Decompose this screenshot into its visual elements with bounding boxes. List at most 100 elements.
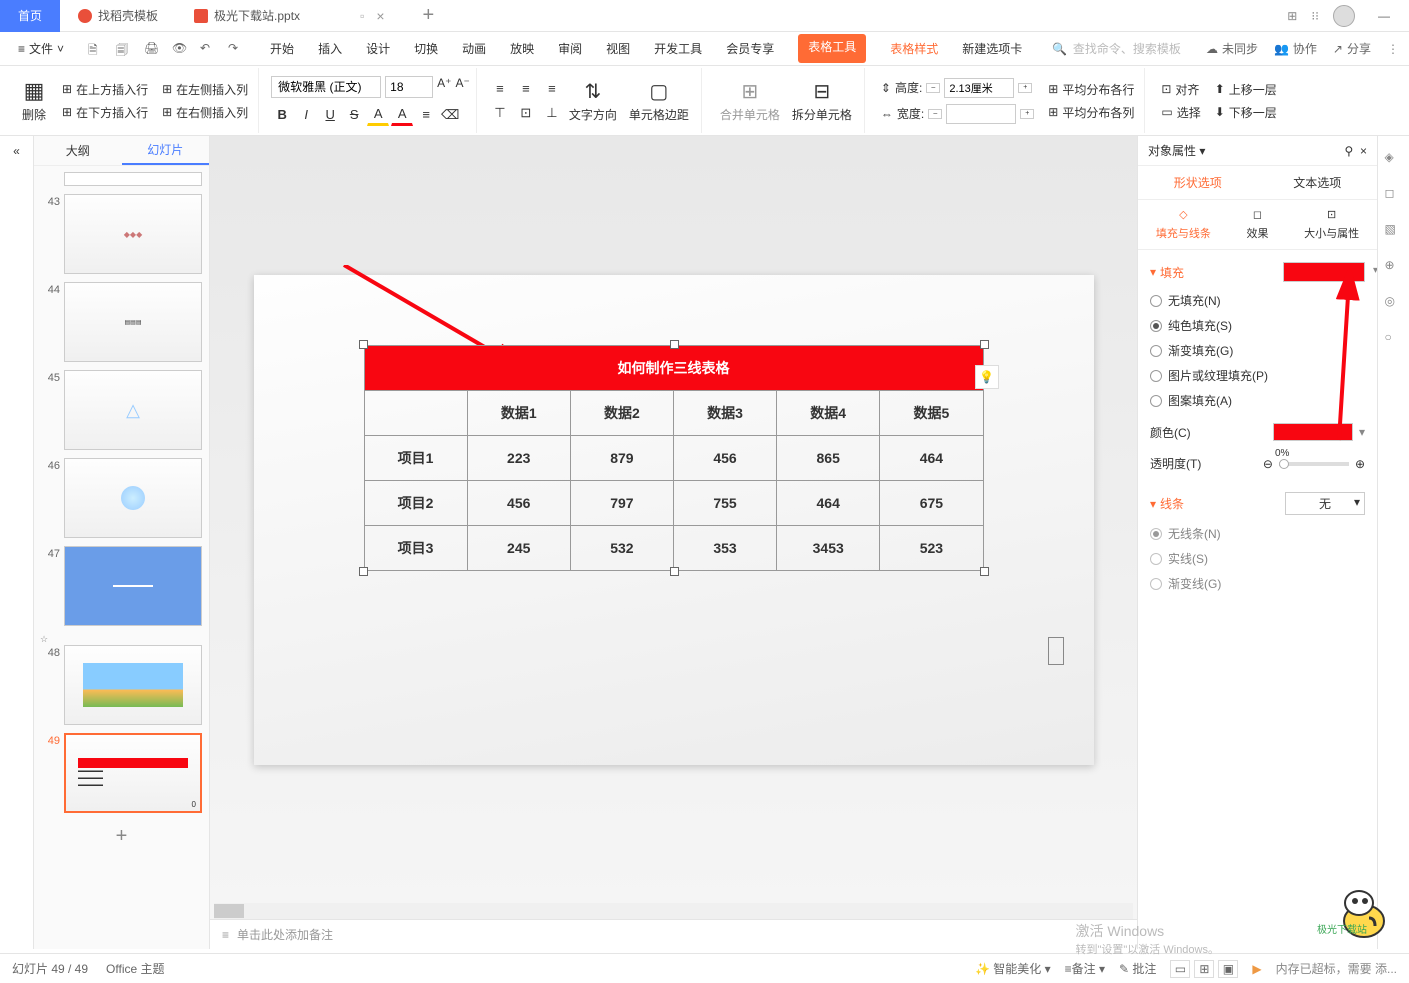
picture-fill-radio[interactable]: 图片或纹理填充(P) <box>1150 367 1365 384</box>
horizontal-scrollbar[interactable] <box>214 903 1133 919</box>
mascot-bee-icon[interactable]: 极光下载站 <box>1309 883 1399 943</box>
layers-icon[interactable]: ▧ <box>1385 222 1403 240</box>
insert-row-above[interactable]: ⊞在上方插入行 <box>58 79 152 100</box>
handle-ne[interactable] <box>980 340 989 349</box>
save-as-icon[interactable]: 🗐 <box>116 41 132 57</box>
delete-button[interactable]: ▦ 删除 <box>16 74 52 127</box>
canvas[interactable]: 如何制作三线表格 数据1 数据2 数据3 数据4 数据5 项目1 2238794… <box>210 136 1137 903</box>
normal-view-button[interactable]: ▭ <box>1170 960 1190 978</box>
bring-forward[interactable]: ⬆上移一层 <box>1211 79 1281 100</box>
thumb-46[interactable] <box>64 458 202 538</box>
tab-table-tools[interactable]: 表格工具 <box>798 34 866 63</box>
thumb-45[interactable]: △ <box>64 370 202 450</box>
thumb-47[interactable] <box>64 546 202 626</box>
notes-toggle[interactable]: ≡备注 ▾ <box>1065 960 1105 977</box>
valign-bot-button[interactable]: ⊥ <box>541 102 563 124</box>
smart-hint-button[interactable]: 💡 <box>975 365 999 389</box>
tab-document[interactable]: 极光下载站.pptx ▫ × <box>176 0 402 32</box>
row-height-control[interactable]: ⇕ 高度: – + <box>877 76 1038 100</box>
tab-developer[interactable]: 开发工具 <box>654 34 702 63</box>
no-line-radio[interactable]: 无线条(N) <box>1150 525 1365 542</box>
tab-template[interactable]: 找稻壳模板 <box>60 0 176 32</box>
align-left-button[interactable]: ≡ <box>489 78 511 100</box>
font-name-select[interactable] <box>271 76 381 98</box>
line-spacing-button[interactable]: ≡ <box>415 104 437 126</box>
send-backward[interactable]: ⬇下移一层 <box>1211 102 1281 123</box>
link-icon[interactable]: ⊕ <box>1385 258 1403 276</box>
text-direction-button[interactable]: ⇅文字方向 <box>563 75 623 127</box>
memory-warning[interactable]: 内存已超标，需要 添... <box>1276 960 1397 977</box>
slideshow-button[interactable]: ▶ <box>1252 962 1261 976</box>
distribute-cols[interactable]: ⊞平均分布各列 <box>1044 102 1138 123</box>
tab-transition[interactable]: 切换 <box>414 34 438 63</box>
tab-menu-icon[interactable]: ▫ <box>360 9 364 23</box>
handle-n[interactable] <box>670 340 679 349</box>
bold-button[interactable]: B <box>271 104 293 126</box>
width-input[interactable] <box>946 104 1016 124</box>
insert-col-right[interactable]: ⊞在右侧插入列 <box>158 102 252 123</box>
more-icon[interactable]: ⋮ <box>1387 42 1399 56</box>
print-icon[interactable]: 🖨 <box>144 41 160 57</box>
fill-color-picker[interactable] <box>1273 423 1353 441</box>
font-color-button[interactable]: A <box>391 104 413 126</box>
strike-button[interactable]: S <box>343 104 365 126</box>
fill-color-swatch[interactable] <box>1283 262 1365 282</box>
add-slide-button[interactable]: + <box>40 821 203 851</box>
text-options-tab[interactable]: 文本选项 <box>1258 166 1378 199</box>
undo-icon[interactable]: ↶ <box>200 41 216 57</box>
beautify-button[interactable]: ✨ 智能美化 ▾ <box>975 960 1051 977</box>
scrollbar-thumb[interactable] <box>214 904 244 918</box>
tab-vip[interactable]: 会员专享 <box>726 34 774 63</box>
opacity-inc[interactable]: ⊕ <box>1355 457 1365 471</box>
font-size-select[interactable] <box>385 76 433 98</box>
preview-icon[interactable]: 👁 <box>172 41 188 57</box>
tab-start[interactable]: 开始 <box>270 34 294 63</box>
diamond-icon[interactable]: ◈ <box>1385 150 1403 168</box>
thumbnails[interactable]: 43◆◆◆ 44▤▤▤ 45△ 46 47 ☆ 48 49▬▬▬▬▬▬▬▬▬▬▬… <box>34 166 209 949</box>
handle-s[interactable] <box>670 567 679 576</box>
tab-home[interactable]: 首页 <box>0 0 60 32</box>
height-input[interactable] <box>944 78 1014 98</box>
gradient-line-radio[interactable]: 渐变线(G) <box>1150 575 1365 592</box>
line-section[interactable]: ▾ 线条 <box>1150 495 1184 512</box>
tab-new[interactable]: 新建选项卡 <box>962 34 1022 63</box>
merge-cells-button[interactable]: ⊞合并单元格 <box>714 75 786 127</box>
shapes-icon[interactable]: ◻ <box>1385 186 1403 204</box>
size-prop-tab[interactable]: ⊡大小与属性 <box>1304 208 1359 241</box>
gradient-fill-radio[interactable]: 渐变填充(G) <box>1150 342 1365 359</box>
share-button[interactable]: ↗分享 <box>1333 40 1371 57</box>
selected-table[interactable]: 如何制作三线表格 数据1 数据2 数据3 数据4 数据5 项目1 2238794… <box>364 345 984 571</box>
tab-design[interactable]: 设计 <box>366 34 390 63</box>
insert-col-left[interactable]: ⊞在左侧插入列 <box>158 79 252 100</box>
collapse-handle[interactable]: « <box>0 136 34 949</box>
fill-section[interactable]: ▾ 填充 <box>1150 264 1184 281</box>
width-inc[interactable]: + <box>1020 109 1034 119</box>
target-icon[interactable]: ◎ <box>1385 294 1403 312</box>
notes-bar[interactable]: ≡ 单击此处添加备注 <box>210 919 1137 949</box>
handle-nw[interactable] <box>359 340 368 349</box>
grid-icon[interactable]: ⊞ <box>1287 9 1297 23</box>
thumb-partial[interactable] <box>64 172 202 186</box>
avatar[interactable] <box>1333 5 1355 27</box>
tab-review[interactable]: 审阅 <box>558 34 582 63</box>
opacity-dec[interactable]: ⊖ <box>1263 457 1273 471</box>
minimize-button[interactable]: — <box>1369 1 1399 31</box>
thumb-48[interactable] <box>64 645 202 725</box>
align-right-button[interactable]: ≡ <box>541 78 563 100</box>
tab-slideshow[interactable]: 放映 <box>510 34 534 63</box>
apps-icon[interactable]: ⁝⁝ <box>1311 9 1319 23</box>
clear-format-button[interactable]: ⌫ <box>439 104 461 126</box>
align-center-button[interactable]: ≡ <box>515 78 537 100</box>
solid-line-radio[interactable]: 实线(S) <box>1150 550 1365 567</box>
align-button[interactable]: ⊡对齐 <box>1157 79 1204 100</box>
thumb-49[interactable]: ▬▬▬▬▬▬▬▬▬▬▬▬▬▬▬0 <box>64 733 202 813</box>
search-input[interactable]: 🔍 查找命令、搜索模板 <box>1043 36 1190 61</box>
underline-button[interactable]: U <box>319 104 341 126</box>
file-menu[interactable]: ≡ 文件 ˅ <box>10 36 72 61</box>
cell-margin-button[interactable]: ▢单元格边距 <box>623 75 695 127</box>
distribute-rows[interactable]: ⊞平均分布各行 <box>1044 79 1138 100</box>
height-inc[interactable]: + <box>1018 83 1032 93</box>
add-tab-button[interactable]: + <box>423 4 435 27</box>
save-icon[interactable]: 🗎 <box>88 41 104 57</box>
page-number-box[interactable] <box>1048 637 1064 665</box>
